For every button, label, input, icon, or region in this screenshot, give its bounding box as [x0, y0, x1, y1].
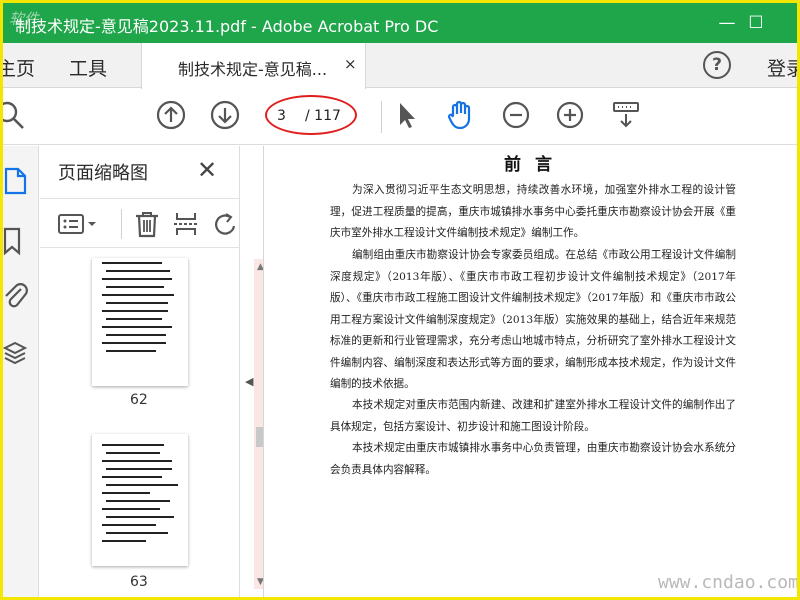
tab-home[interactable]: 主页: [3, 54, 35, 81]
window-title: 制技术规定-意见稿2023.11.pdf - Adobe Acrobat Pro…: [15, 17, 439, 36]
extract-page-icon[interactable]: [171, 209, 201, 239]
thumbnail-list: 62 63: [40, 250, 218, 597]
document-paragraph: 为深入贯彻习近平生态文明思想，持续改善水环境，加强室外排水工程的设计管理，促进工…: [330, 184, 736, 239]
current-page-input[interactable]: 3: [277, 108, 286, 124]
thumbnail-page-label: 63: [130, 574, 148, 590]
tab-document[interactable]: 制技术规定-意见稿... ×: [141, 43, 366, 89]
tab-document-label: 制技术规定-意见稿...: [178, 60, 328, 79]
document-paragraph: 编制组由重庆市勘察设计协会专家委员组成。在总结《市政公用工程设计文件编制深度规定…: [330, 249, 736, 390]
next-page-icon[interactable]: [209, 99, 241, 131]
close-tab-icon[interactable]: ×: [344, 55, 357, 73]
attachments-icon[interactable]: [3, 281, 31, 311]
document-heading: 前言: [504, 155, 566, 175]
hand-tool-icon[interactable]: [444, 99, 476, 131]
prev-page-icon[interactable]: [155, 99, 187, 131]
thumbnail-page-63[interactable]: [92, 434, 188, 566]
maximize-button[interactable]: ☐: [734, 9, 778, 39]
thumbnails-toolbar: [40, 198, 240, 248]
rotate-page-icon[interactable]: [212, 209, 238, 239]
thumbnail-page-label: 62: [130, 392, 148, 408]
help-icon[interactable]: ?: [703, 51, 731, 79]
document-view[interactable]: 前言 为深入贯彻习近平生态文明思想，持续改善水环境，加强室外排水工程的设计管理，…: [263, 146, 797, 597]
document-paragraph: 本技术规定对重庆市范围内新建、改建和扩建室外排水工程设计文件的编制作出了具体规定…: [330, 399, 736, 433]
thumbnails-panel-title: 页面缩略图: [58, 163, 148, 184]
close-panel-icon[interactable]: ✕: [197, 156, 217, 184]
page-thumbnails-icon[interactable]: [3, 166, 31, 196]
title-bar: 软件 制技术规定-意见稿2023.11.pdf - Adobe Acrobat …: [3, 3, 797, 43]
total-pages-label: / 117: [305, 108, 341, 124]
zoom-out-icon[interactable]: [500, 99, 532, 131]
scroll-mode-icon[interactable]: [610, 99, 642, 131]
thumbnails-panel: 页面缩略图 ✕ 62 63 ▲ ▼: [40, 146, 270, 597]
thumbnails-toolbar-divider: [121, 209, 122, 239]
document-paragraph: 本技术规定由重庆市城镇排水事务中心负责管理，由重庆市勘察设计协会水系统分会负责具…: [330, 442, 736, 476]
bookmarks-icon[interactable]: [3, 226, 31, 256]
acrobat-window: 软件 制技术规定-意见稿2023.11.pdf - Adobe Acrobat …: [3, 3, 797, 597]
thumbnail-page-62[interactable]: [92, 258, 188, 386]
site-watermark: www.cndao.com: [658, 572, 797, 593]
main-toolbar: 3 / 117: [3, 89, 797, 145]
tab-tools[interactable]: 工具: [69, 54, 107, 81]
layers-icon[interactable]: [3, 339, 31, 369]
select-cursor-icon[interactable]: [391, 99, 423, 131]
signin-link[interactable]: 登录: [767, 54, 797, 81]
search-icon[interactable]: [3, 99, 27, 131]
thumbnail-options-icon[interactable]: [57, 209, 101, 239]
navigation-rail: [3, 146, 39, 597]
delete-page-icon[interactable]: [132, 209, 162, 239]
toolbar-divider: [381, 101, 382, 133]
tab-bar: 主页 工具 制技术规定-意见稿... × ? 登录: [3, 43, 797, 89]
collapse-panel-icon[interactable]: ◀: [245, 375, 253, 388]
zoom-in-icon[interactable]: [554, 99, 586, 131]
